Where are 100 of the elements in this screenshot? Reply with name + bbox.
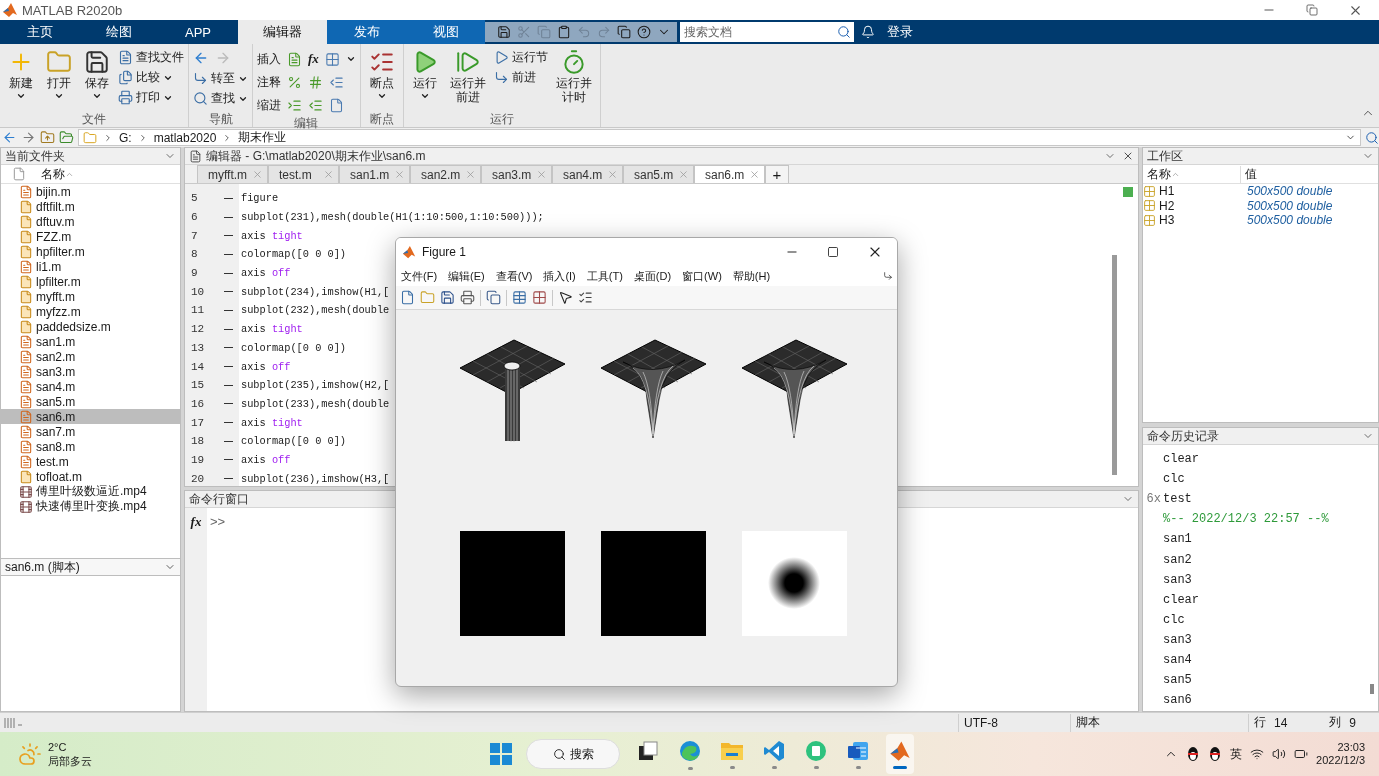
variable-name[interactable]: H2 [1156,198,1247,213]
menu-item[interactable]: 文件(F) [401,268,438,284]
close-tab-icon[interactable] [607,169,618,180]
back-icon[interactable] [2,130,17,145]
close-tab-icon[interactable] [323,169,334,180]
sign-in-button[interactable]: 登录 [879,20,921,44]
file-row[interactable]: FZZ.m [1,229,180,244]
help-icon[interactable] [637,25,651,39]
maximize-icon[interactable] [827,246,839,258]
file-row[interactable]: dftuv.m [1,214,180,229]
edit-tool-icon[interactable] [287,97,302,113]
ribbon-tab[interactable]: 编辑器 [238,20,327,44]
close-icon[interactable] [1122,150,1134,162]
file-row[interactable]: 傅里叶级数逼近.mp4 [1,484,180,499]
close-tab-icon[interactable] [465,169,476,180]
file-row[interactable]: san1.m [1,334,180,349]
back-icon[interactable] [193,50,209,66]
edit-tool-icon[interactable] [329,74,344,90]
penguin-icon[interactable] [1208,746,1223,762]
history-entry[interactable]: san5 [1143,673,1192,688]
file-row[interactable]: san2.m [1,349,180,364]
history-entry[interactable]: san2 [1143,552,1192,567]
ribbon-button[interactable]: 比较 [118,68,184,87]
file-row[interactable]: san6.m [1,409,180,424]
column-header[interactable]: 值 [1240,165,1257,183]
close-tab-icon[interactable] [252,169,263,180]
wifi-icon[interactable] [1250,747,1265,761]
edit-tool-icon[interactable] [308,97,323,113]
edit-tool-icon[interactable] [287,51,302,67]
ribbon-button[interactable]: 打印 [118,88,184,107]
taskbar-search[interactable]: 搜索 [526,739,620,769]
menu-item[interactable]: 插入(I) [543,268,576,284]
menu-item[interactable]: 帮助(H) [732,268,771,284]
scrollbar-thumb[interactable] [1112,255,1117,475]
editor-tab[interactable]: san4.m [552,165,623,183]
start-icon[interactable] [490,743,512,765]
ribbon-button[interactable]: 查找文件 [118,48,184,67]
search-icon[interactable] [1365,130,1379,145]
file-row[interactable]: hpfilter.m [1,244,180,259]
search-field[interactable]: 搜索文档 [680,22,834,42]
file-row[interactable]: 快速傅里叶变换.mp4 [1,499,180,514]
editor-tab[interactable]: san6.m [694,165,765,183]
bell-icon[interactable] [861,25,875,39]
ribbon-button[interactable]: 查找 [193,89,248,108]
ribbon-tab[interactable]: APP [158,20,238,44]
file-row[interactable]: san3.m [1,364,180,379]
browse-folder-icon[interactable] [59,130,74,145]
scrollbar-thumb[interactable] [1370,684,1374,694]
file-row[interactable]: myfzz.m [1,304,180,319]
history-entry[interactable]: san3 [1143,632,1192,647]
file-row[interactable]: test.m [1,454,180,469]
forward-icon[interactable] [21,130,36,145]
path-segment[interactable]: matlab2020 [153,130,217,145]
path-segment[interactable]: G: [119,130,132,145]
file-row[interactable]: myfft.m [1,289,180,304]
clock-date[interactable]: 2022/12/3 [1316,754,1365,767]
edit-tool-icon[interactable] [329,97,344,113]
edit-tool-icon[interactable] [324,51,340,67]
column-header[interactable]: 名称 [1143,165,1171,183]
ribbon-button[interactable]: 前进 [493,68,548,87]
ribbon-button[interactable]: 保存 [80,47,114,112]
edit-tool-icon[interactable] [287,74,302,90]
new-tab-button[interactable]: + [765,165,789,183]
ribbon-button[interactable]: 转至 [193,69,248,88]
editor-tab[interactable]: san2.m [410,165,481,183]
file-row[interactable]: dftfilt.m [1,199,180,214]
history-entry[interactable]: clc [1143,472,1185,487]
ribbon-button[interactable]: 断点 [364,47,399,112]
input-method-indicator[interactable]: 英 [1230,745,1243,763]
file-row[interactable]: san4.m [1,379,180,394]
clipboard-icon[interactable] [557,25,571,39]
ribbon-tab[interactable]: 发布 [327,20,406,44]
path-field[interactable]: G: matlab2020 期末作业 [78,129,1361,146]
ribbon-button[interactable]: 运行节 [493,48,548,67]
variable-name[interactable]: H3 [1156,213,1247,228]
close-tab-icon[interactable] [394,169,405,180]
search-icon[interactable] [834,22,854,42]
history-entry[interactable]: san3 [1143,572,1192,587]
ribbon-button[interactable]: 运行 [407,47,442,112]
editor-tab[interactable]: san5.m [623,165,694,183]
variable-name[interactable]: H1 [1156,184,1247,199]
editor-tab[interactable]: myfft.m [197,165,268,183]
file-row[interactable]: tofloat.m [1,469,180,484]
menu-item[interactable]: 桌面(D) [633,268,672,284]
history-entry[interactable]: test [1163,492,1192,507]
menu-item[interactable]: 工具(T) [586,268,623,284]
ribbon-tab[interactable]: 主页 [0,20,80,44]
battery-icon[interactable] [1294,747,1309,761]
menu-item[interactable]: 窗口(W) [682,268,722,284]
print-icon[interactable] [460,290,475,305]
close-tab-icon[interactable] [536,169,547,180]
editor-tab[interactable]: test.m [268,165,339,183]
file-row[interactable]: paddedsize.m [1,319,180,334]
history-entry[interactable]: san6 [1143,693,1192,708]
file-row[interactable]: li1.m [1,259,180,274]
history-entry[interactable]: clear [1143,452,1199,467]
volume-icon[interactable] [1272,747,1287,761]
ribbon-button[interactable]: 新建 [4,47,38,112]
file-row[interactable]: san5.m [1,394,180,409]
close-tab-icon[interactable] [749,169,760,180]
